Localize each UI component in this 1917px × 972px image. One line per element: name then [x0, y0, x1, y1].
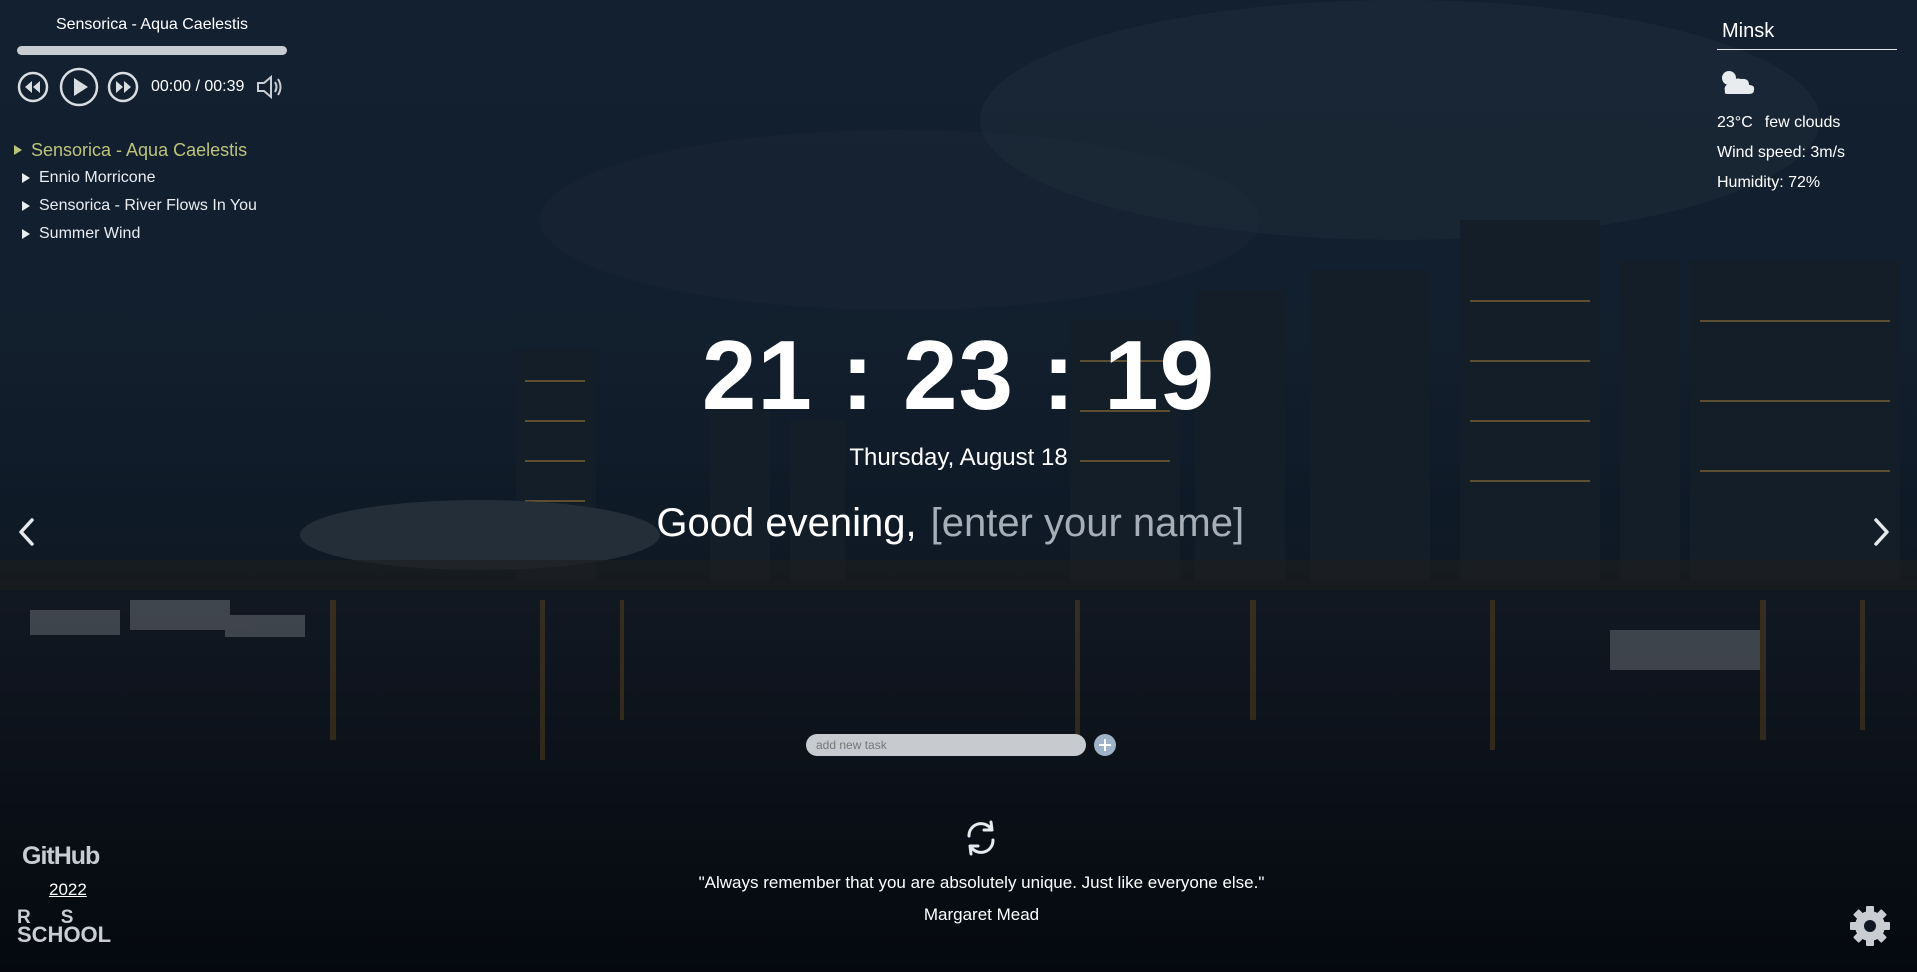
humidity: Humidity: 72% — [1717, 174, 1821, 191]
playlist-item[interactable]: Summer Wind — [14, 220, 257, 248]
next-track-button[interactable] — [107, 71, 139, 103]
fast-forward-icon — [107, 71, 139, 103]
play-icon — [59, 67, 99, 107]
play-button[interactable] — [59, 67, 99, 107]
temperature: 23°C — [1717, 114, 1753, 131]
track-time: 00:00 / 00:39 — [151, 78, 245, 95]
progress-bar[interactable] — [17, 46, 287, 55]
settings-button[interactable] — [1848, 904, 1892, 948]
volume-icon — [257, 74, 282, 100]
playlist-item[interactable]: Sensorica - Aqua Caelestis — [14, 136, 257, 164]
slide-next-button[interactable] — [1868, 514, 1894, 550]
playlist-item[interactable]: Sensorica - River Flows In You — [14, 192, 257, 220]
add-task-button[interactable] — [1094, 734, 1116, 756]
rewind-icon — [17, 71, 49, 103]
name-input[interactable] — [930, 500, 1261, 546]
greeting: Good evening, — [0, 497, 1917, 549]
year-link[interactable]: 2022 — [49, 880, 87, 900]
new-task-input[interactable] — [806, 734, 1086, 756]
greeting-text: Good evening, — [656, 501, 917, 545]
change-quote-button[interactable] — [961, 818, 1001, 858]
chevron-right-icon — [1874, 518, 1889, 546]
play-triangle-icon — [22, 229, 30, 239]
play-triangle-icon — [22, 201, 30, 211]
weather-description: few clouds — [1764, 114, 1841, 131]
plus-icon — [1099, 739, 1111, 751]
temperature-row: 23°C few clouds — [1717, 114, 1887, 132]
clock-date: Thursday, August 18 — [849, 444, 1068, 471]
chevron-left-icon — [19, 518, 34, 546]
rs-logo-line2: SCHOOL — [17, 922, 112, 947]
rs-school-logo[interactable]: RS SCHOOL — [17, 908, 112, 947]
playlist: Sensorica - Aqua Caelestis Ennio Morrico… — [14, 136, 257, 248]
wind-speed: Wind speed: 3m/s — [1717, 144, 1846, 161]
github-link[interactable]: GitHub — [22, 842, 100, 871]
clock-time: 21 : 23 : 19 — [701, 320, 1216, 430]
background-image — [0, 0, 1917, 972]
play-triangle-icon — [14, 145, 22, 155]
audio-player: Sensorica - Aqua Caelestis 00:00 / 00:39 — [17, 14, 287, 107]
todo-widget — [806, 734, 1116, 756]
prev-track-button[interactable] — [17, 71, 49, 103]
current-track-title: Sensorica - Aqua Caelestis — [55, 16, 249, 33]
quote-author: Margaret Mead — [923, 905, 1040, 924]
volume-button[interactable] — [256, 74, 284, 100]
few-clouds-icon — [1717, 66, 1887, 100]
slide-prev-button[interactable] — [14, 514, 40, 550]
refresh-icon — [967, 820, 995, 856]
player-controls: 00:00 / 00:39 — [17, 67, 287, 107]
gear-icon — [1850, 906, 1890, 946]
play-triangle-icon — [22, 173, 30, 183]
playlist-item[interactable]: Ennio Morricone — [14, 164, 257, 192]
weather-widget: 23°C few clouds Wind speed: 3m/s Humidity… — [1717, 16, 1897, 192]
quote-text: "Always remember that you are absolutely… — [698, 873, 1265, 892]
city-input[interactable] — [1717, 16, 1897, 50]
